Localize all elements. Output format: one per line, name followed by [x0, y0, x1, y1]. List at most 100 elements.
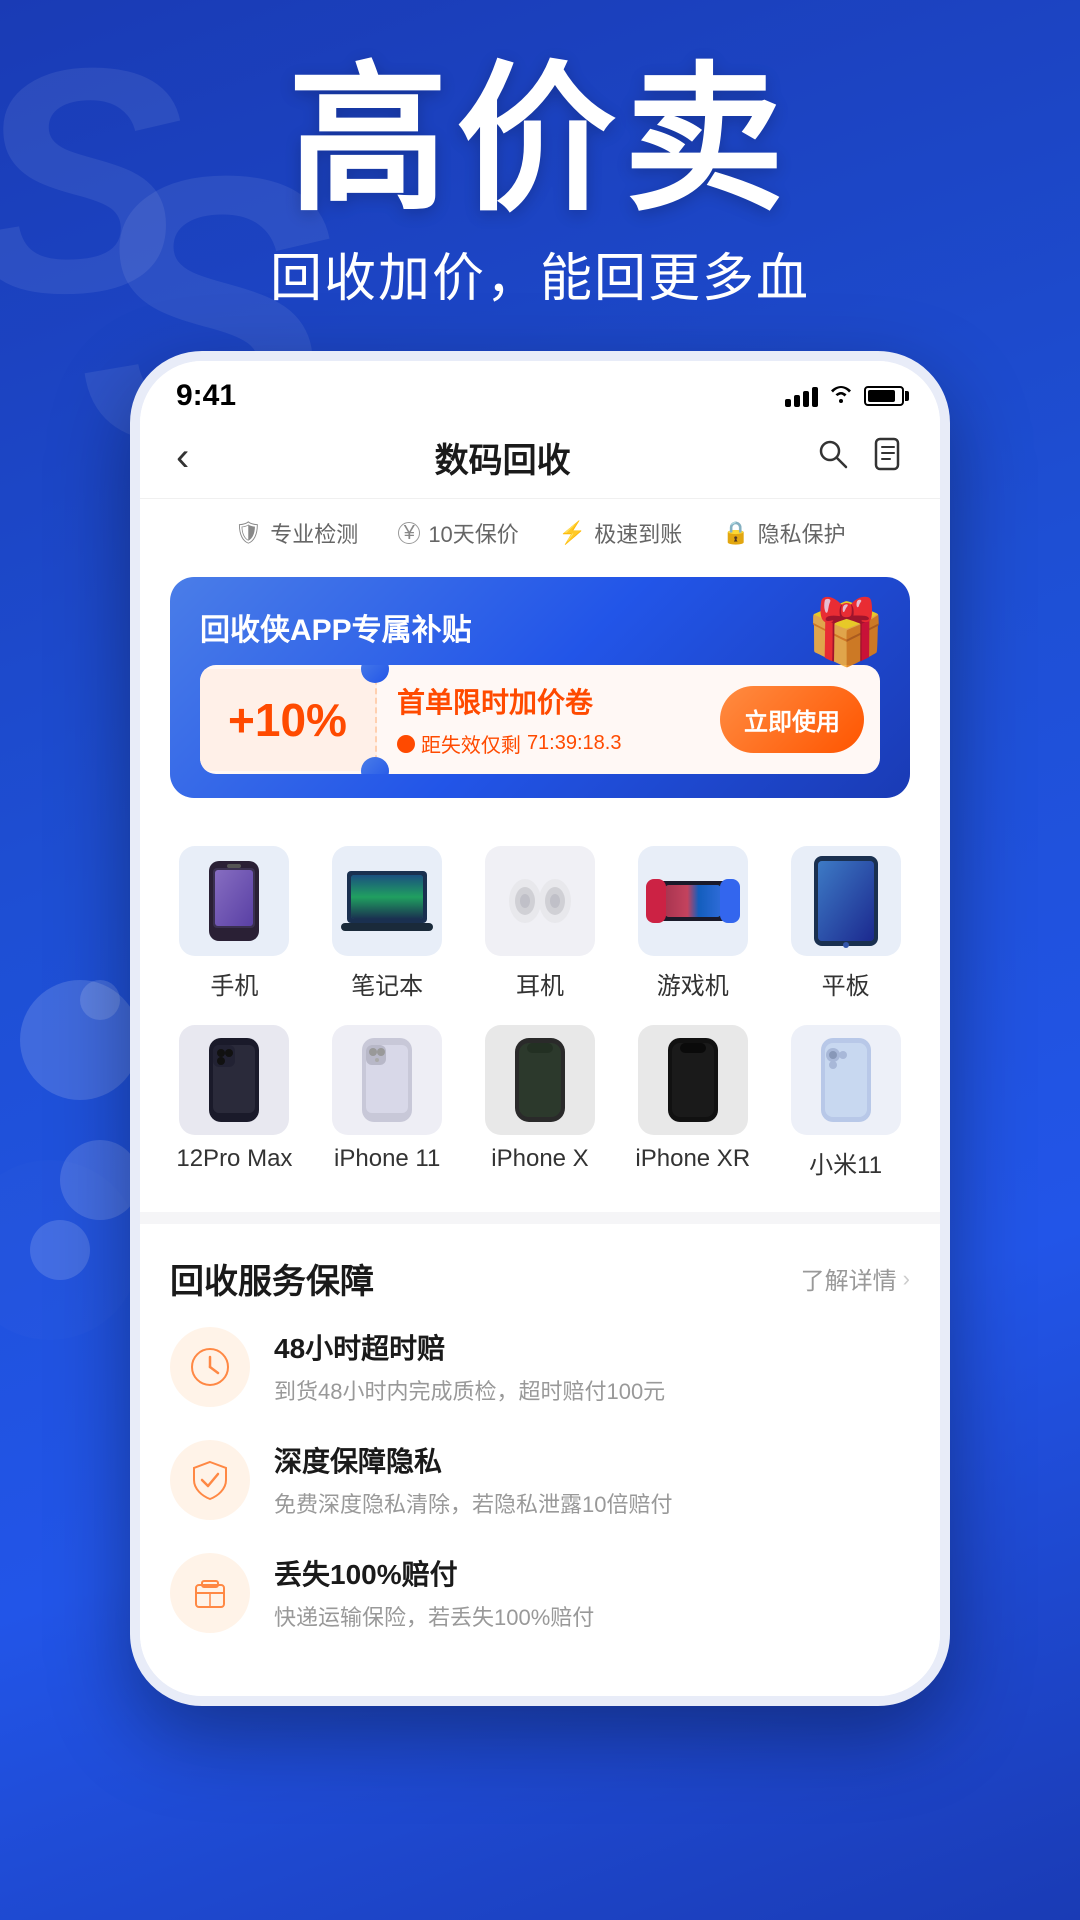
service-item-1: 深度保障隐私 免费深度隐私清除，若隐私泄露10倍赔付: [170, 1440, 910, 1521]
wifi-icon: [828, 383, 854, 409]
phone-mockup: 9:41: [130, 351, 950, 1706]
status-icons: [785, 383, 904, 409]
category-label-earbuds: 耳机: [516, 966, 564, 1001]
quick-sell-12promax[interactable]: 12Pro Max: [160, 1017, 309, 1188]
phone-mockup-wrap: 9:41: [0, 351, 1080, 1706]
service-item-desc-0: 到货48小时内完成质检，超时赔付100元: [274, 1375, 910, 1408]
feature-item-2: ⚡ 极速到账: [559, 517, 682, 549]
coupon-inner: +10% 首单限时加价卷 距失效仅剩 71:39:18.3 立即使用: [200, 665, 880, 774]
coupon-timer: 距失效仅剩 71:39:18.3: [397, 729, 700, 758]
service-item-2: 丢失100%赔付 快递运输保险，若丢失100%赔付: [170, 1553, 910, 1634]
nav-title: 数码回收: [435, 433, 571, 482]
signal-bar-4: [812, 387, 818, 407]
category-game[interactable]: 游戏机: [618, 838, 767, 1009]
battery-icon: [864, 386, 904, 406]
service-header: 回收服务保障 了解详情 ›: [170, 1254, 910, 1303]
feature-label-1: 10天保价: [428, 517, 518, 549]
service-item-desc-1: 免费深度隐私清除，若隐私泄露10倍赔付: [274, 1488, 910, 1521]
hero-section: 高价卖 回收加价，能回更多血: [0, 0, 1080, 341]
service-item-0: 48小时超时赔 到货48小时内完成质检，超时赔付100元: [170, 1327, 910, 1408]
timer-dot-icon: [397, 735, 415, 753]
category-label-game: 游戏机: [657, 966, 729, 1001]
status-time: 9:41: [176, 379, 236, 413]
service-icon-2: [170, 1553, 250, 1633]
nav-actions: [816, 437, 904, 479]
section-divider: [140, 1212, 940, 1224]
quick-img-12promax: [179, 1025, 289, 1135]
service-icon-0: [170, 1327, 250, 1407]
category-laptop[interactable]: 笔记本: [313, 838, 462, 1009]
category-label-phone: 手机: [210, 966, 258, 1001]
feature-item-0: 🛡 专业检测: [234, 517, 358, 549]
signal-bars-icon: [785, 385, 818, 407]
price-feature-icon: ¥: [398, 522, 420, 544]
quick-img-iphonex: [485, 1025, 595, 1135]
features-row: 🛡 专业检测 ¥ 10天保价 ⚡ 极速到账 🔒 隐私保护: [140, 499, 940, 567]
category-earbuds[interactable]: 耳机: [466, 838, 615, 1009]
signal-bar-1: [785, 399, 791, 407]
coupon-banner-title: 回收侠APP专属补贴: [200, 605, 880, 649]
service-item-content-1: 深度保障隐私 免费深度隐私清除，若隐私泄露10倍赔付: [274, 1440, 910, 1521]
chevron-right-icon: ›: [903, 1266, 910, 1292]
quick-img-xiaomi11: [791, 1025, 901, 1135]
status-bar: 9:41: [140, 361, 940, 421]
quick-sell-iphonex[interactable]: iPhone X: [466, 1017, 615, 1188]
feature-label-0: 专业检测: [270, 517, 358, 549]
coupon-percent: +10%: [200, 669, 377, 771]
lightning-feature-icon: ⚡: [559, 520, 586, 546]
signal-bar-3: [803, 391, 809, 407]
service-item-content-2: 丢失100%赔付 快递运输保险，若丢失100%赔付: [274, 1553, 910, 1634]
banner-decor-icon: 🎁: [806, 595, 886, 670]
service-section: 回收服务保障 了解详情 › 48小时超时赔 到货48小时内完成质: [140, 1224, 940, 1696]
service-item-title-0: 48小时超时赔: [274, 1327, 910, 1367]
document-icon[interactable]: [874, 437, 904, 479]
quick-img-iphone11: [332, 1025, 442, 1135]
category-tablet[interactable]: 平板: [771, 838, 920, 1009]
quick-sell-iphone11[interactable]: iPhone 11: [313, 1017, 462, 1188]
service-item-desc-2: 快递运输保险，若丢失100%赔付: [274, 1601, 910, 1634]
category-label-laptop: 笔记本: [351, 966, 423, 1001]
feature-label-2: 极速到账: [594, 517, 682, 549]
service-more-link[interactable]: 了解详情 ›: [801, 1261, 910, 1296]
battery-fill: [868, 390, 895, 402]
feature-item-1: ¥ 10天保价: [398, 517, 518, 549]
coupon-info: 首单限时加价卷 距失效仅剩 71:39:18.3: [377, 665, 720, 774]
quick-label-iphonex: iPhone X: [491, 1145, 588, 1173]
coupon-timer-label: 距失效仅剩: [421, 729, 521, 758]
service-icon-1: [170, 1440, 250, 1520]
feature-label-3: 隐私保护: [758, 517, 846, 549]
quick-sell-xiaomi11[interactable]: 小米11: [771, 1017, 920, 1188]
shield-feature-icon: 🛡: [234, 520, 262, 546]
nav-bar: ‹ 数码回收: [140, 421, 940, 499]
coupon-use-button[interactable]: 立即使用: [720, 686, 864, 753]
category-img-laptop: [332, 846, 442, 956]
service-item-title-1: 深度保障隐私: [274, 1440, 910, 1480]
category-phone[interactable]: 手机: [160, 838, 309, 1009]
quick-label-iphone11: iPhone 11: [334, 1145, 440, 1173]
category-label-tablet: 平板: [822, 966, 870, 1001]
quick-label-iphonexr: iPhone XR: [635, 1145, 750, 1173]
category-grid-main: 手机: [160, 838, 920, 1009]
service-item-title-2: 丢失100%赔付: [274, 1553, 910, 1593]
signal-bar-2: [794, 395, 800, 407]
category-grid-quick: 12Pro Max: [160, 1017, 920, 1188]
search-icon[interactable]: [816, 437, 850, 479]
hero-title: 高价卖: [0, 60, 1080, 220]
service-title: 回收服务保障: [170, 1254, 374, 1303]
coupon-banner: 回收侠APP专属补贴 +10% 首单限时加价卷 距失效仅剩 71:39:18.3…: [170, 577, 910, 798]
category-img-game: [638, 846, 748, 956]
lock-feature-icon: 🔒: [722, 520, 749, 546]
quick-img-iphonexr: [638, 1025, 748, 1135]
category-img-phone: [179, 846, 289, 956]
feature-item-3: 🔒 隐私保护: [722, 517, 845, 549]
back-button[interactable]: ‹: [176, 435, 189, 480]
coupon-timer-value: 71:39:18.3: [527, 732, 622, 755]
service-more-label: 了解详情: [801, 1261, 897, 1296]
category-img-tablet: [791, 846, 901, 956]
coupon-name: 首单限时加价卷: [397, 681, 700, 721]
quick-label-12promax: 12Pro Max: [176, 1145, 292, 1173]
category-section: 手机: [140, 814, 940, 1212]
hero-subtitle: 回收加价，能回更多血: [0, 236, 1080, 311]
quick-sell-iphonexr[interactable]: iPhone XR: [618, 1017, 767, 1188]
service-item-content-0: 48小时超时赔 到货48小时内完成质检，超时赔付100元: [274, 1327, 910, 1408]
